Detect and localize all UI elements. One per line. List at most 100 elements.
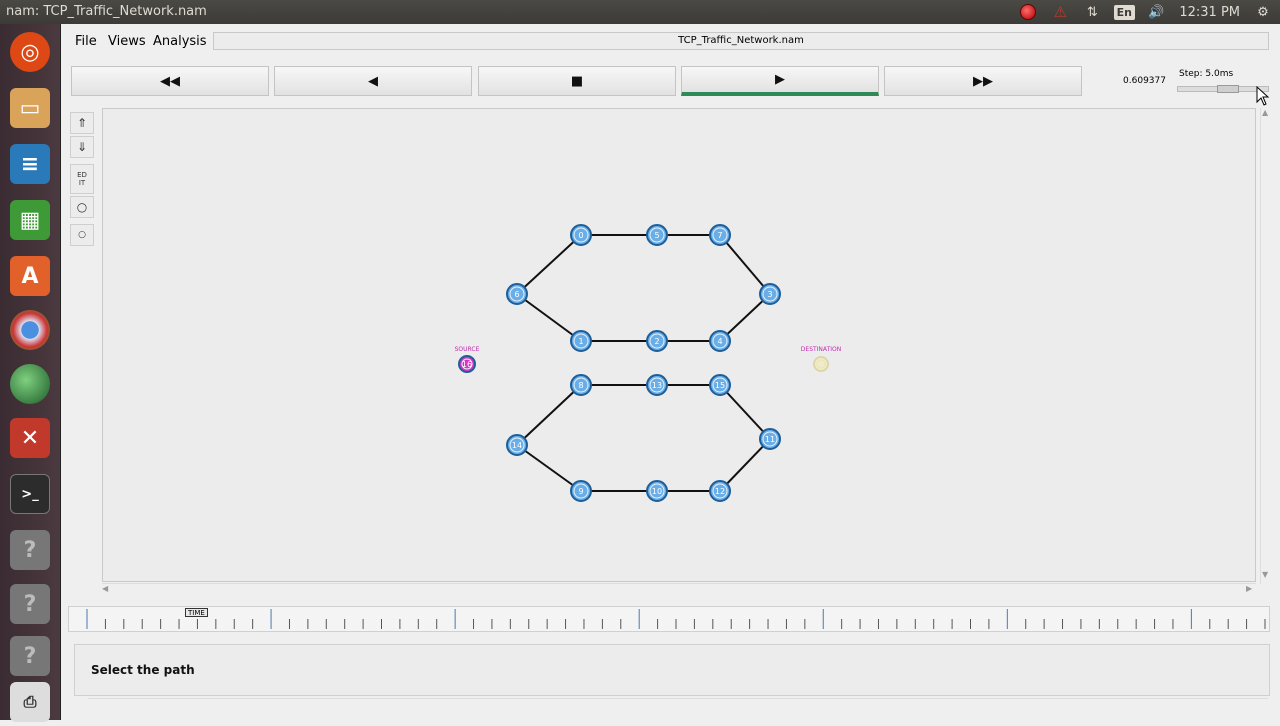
circle-tool-button[interactable]: ○ <box>70 196 94 218</box>
menu-views[interactable]: Views <box>108 34 146 49</box>
node-11[interactable]: 11 <box>759 428 781 450</box>
node-label: 1 <box>578 337 583 346</box>
time-marker[interactable]: TIME <box>185 608 208 617</box>
time-readout: 0.609377 <box>1123 76 1166 86</box>
stop-button[interactable]: ■ <box>478 66 676 96</box>
scroll-left-icon[interactable]: ◀ <box>102 584 108 593</box>
zoom-out-button[interactable]: ⇓ <box>70 136 94 158</box>
node-label: 4 <box>717 337 722 346</box>
network-arrows-icon[interactable]: ⇅ <box>1083 3 1101 21</box>
rewind-button[interactable]: ◀◀ <box>71 66 269 96</box>
node-label: 0 <box>578 231 583 240</box>
unknown-app-launcher-2[interactable]: ? <box>6 580 54 628</box>
play-icon: ▶ <box>775 72 785 87</box>
node-15[interactable]: 15 <box>709 374 731 396</box>
network-canvas[interactable]: 0 5 7 6 3 1 2 4 8 13 15 14 11 9 10 12 16 SOURCE DESTINATIO… <box>102 108 1256 582</box>
timeline[interactable]: TIME <box>68 606 1270 632</box>
ubuntu-dash-button[interactable]: ◎ <box>6 28 54 76</box>
node-1[interactable]: 1 <box>570 330 592 352</box>
circle-icon: ○ <box>76 200 88 214</box>
small-circle-icon: ○ <box>78 230 86 240</box>
unknown-app-launcher-1[interactable]: ? <box>6 526 54 574</box>
node-14[interactable]: 14 <box>506 434 528 456</box>
node-2[interactable]: 2 <box>646 330 668 352</box>
window-title: nam: TCP_Traffic_Network.nam <box>6 4 207 19</box>
vertical-scrollbar[interactable]: ▲ ▼ <box>1260 108 1272 584</box>
network-graph[interactable]: 0 5 76 31 2 48 13 1514119 10 1216SOURCE DESTINATIO… <box>103 109 1257 583</box>
fast-forward-button[interactable]: ▶▶ <box>884 66 1082 96</box>
document-icon: ≡ <box>10 144 50 184</box>
spreadsheet-icon: ▦ <box>10 200 50 240</box>
chrome-launcher[interactable] <box>6 306 54 354</box>
warning-icon[interactable]: ⚠ <box>1051 3 1069 21</box>
menu-analysis[interactable]: Analysis <box>153 34 207 49</box>
menu-file[interactable]: File <box>75 34 97 49</box>
status-text: Select the path <box>91 663 195 677</box>
node-0[interactable]: 0 <box>570 224 592 246</box>
software-center-icon: A <box>10 256 50 296</box>
link-n14-n8[interactable] <box>516 384 582 446</box>
scroll-up-icon[interactable]: ▲ <box>1262 108 1268 117</box>
node-label: 6 <box>514 290 519 299</box>
node-5[interactable]: 5 <box>646 224 668 246</box>
folder-icon: ▭ <box>10 88 50 128</box>
launcher: ◎ ▭ ≡ ▦ A ✕ >_ ? ? ? ⎙ <box>0 24 61 722</box>
record-icon[interactable] <box>1019 3 1037 21</box>
link-n7-n3[interactable] <box>719 234 771 295</box>
node-7[interactable]: 7 <box>709 224 731 246</box>
wrench-icon: ✕ <box>10 418 50 458</box>
destination-node[interactable] <box>813 356 829 372</box>
mouse-cursor-icon <box>1256 86 1270 106</box>
zoom-in-button[interactable]: ⇑ <box>70 112 94 134</box>
node-3[interactable]: 3 <box>759 283 781 305</box>
source-node[interactable]: 16 <box>458 355 476 373</box>
node-label: 8 <box>578 381 583 390</box>
files-launcher[interactable]: ▭ <box>6 84 54 132</box>
menubar: File Views Analysis TCP_Traffic_Network.… <box>61 24 1280 58</box>
calc-launcher[interactable]: ▦ <box>6 196 54 244</box>
link-n15-n11[interactable] <box>719 384 771 440</box>
node-13[interactable]: 13 <box>646 374 668 396</box>
horizontal-scrollbar[interactable]: ◀ ▶ <box>102 583 1256 595</box>
link-n6-n0[interactable] <box>516 234 582 295</box>
play-backward-icon: ◀ <box>368 73 378 89</box>
ubuntu-logo-icon: ◎ <box>10 32 50 72</box>
step-label: Step: 5.0ms <box>1179 69 1234 79</box>
node-12[interactable]: 12 <box>709 480 731 502</box>
keyboard-language-indicator[interactable]: En <box>1113 3 1136 21</box>
small-circle-tool-button[interactable]: ○ <box>70 224 94 246</box>
settings-launcher[interactable]: ✕ <box>6 414 54 462</box>
node-8[interactable]: 8 <box>570 374 592 396</box>
terminal-launcher[interactable]: >_ <box>6 470 54 518</box>
step-slider-thumb[interactable] <box>1217 85 1239 93</box>
printer-launcher[interactable]: ⎙ <box>6 678 54 726</box>
node-label: 9 <box>578 487 583 496</box>
clock[interactable]: 12:31 PM <box>1179 5 1240 20</box>
node-label: 11 <box>765 435 775 444</box>
scroll-right-icon[interactable]: ▶ <box>1246 584 1252 593</box>
globe-launcher[interactable] <box>6 360 54 408</box>
status-area: Select the path <box>74 644 1270 696</box>
printer-icon: ⎙ <box>10 682 50 722</box>
chrome-icon <box>10 310 50 350</box>
gear-icon[interactable]: ⚙ <box>1254 3 1272 21</box>
unknown-app-launcher-3[interactable]: ? <box>6 632 54 680</box>
writer-launcher[interactable]: ≡ <box>6 140 54 188</box>
software-center-launcher[interactable]: A <box>6 252 54 300</box>
node-label: 7 <box>717 231 722 240</box>
node-10[interactable]: 10 <box>646 480 668 502</box>
edit-button[interactable]: ED IT <box>70 164 94 194</box>
node-4[interactable]: 4 <box>709 330 731 352</box>
node-6[interactable]: 6 <box>506 283 528 305</box>
node-9[interactable]: 9 <box>570 480 592 502</box>
scroll-down-icon[interactable]: ▼ <box>1262 570 1268 579</box>
node-label: 2 <box>654 337 659 346</box>
volume-icon[interactable]: 🔊 <box>1147 3 1165 21</box>
play-backward-button[interactable]: ◀ <box>274 66 472 96</box>
link-n14-n9[interactable] <box>516 444 582 492</box>
status-scrollbar[interactable] <box>88 698 1268 710</box>
link-n6-n1[interactable] <box>516 293 582 342</box>
globe-icon <box>10 364 50 404</box>
node-label: 13 <box>652 381 662 390</box>
play-forward-button[interactable]: ▶ <box>681 66 879 96</box>
